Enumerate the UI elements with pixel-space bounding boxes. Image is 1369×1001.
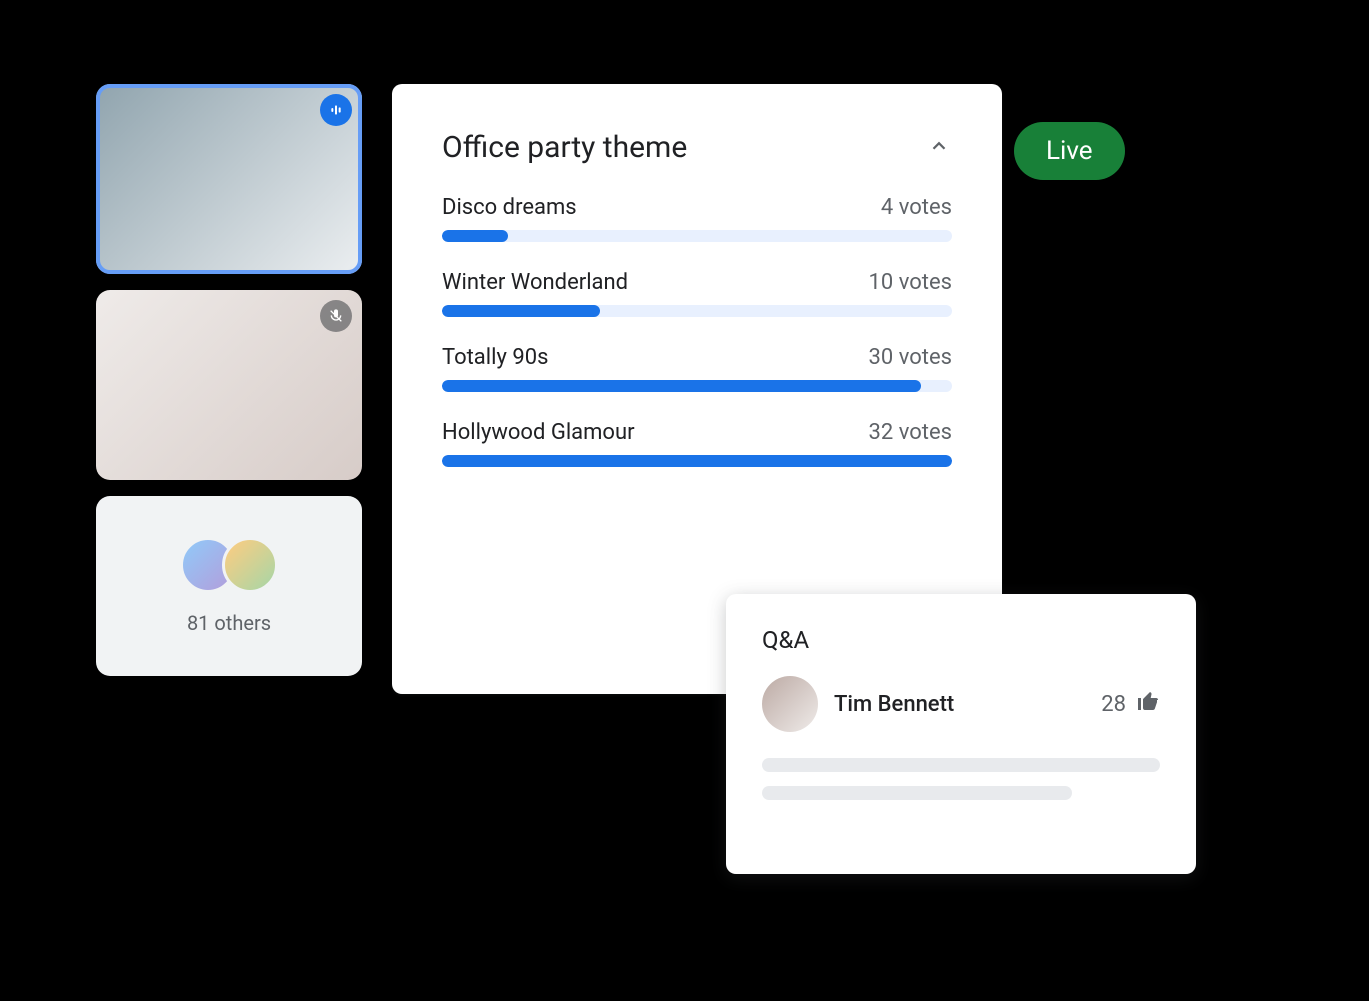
others-count-label: 81 others bbox=[187, 611, 271, 635]
qa-text-skeleton bbox=[762, 786, 1072, 800]
participant-tile-2[interactable] bbox=[96, 290, 362, 480]
qa-card: Q&A Tim Bennett 28 bbox=[726, 594, 1196, 874]
poll-option-votes: 10 votes bbox=[869, 270, 952, 295]
qa-author-name: Tim Bennett bbox=[834, 692, 1085, 717]
poll-option-label: Disco dreams bbox=[442, 195, 577, 220]
poll-option-label: Hollywood Glamour bbox=[442, 420, 635, 445]
poll-progress-fill bbox=[442, 230, 508, 242]
participants-column: 81 others bbox=[96, 84, 362, 676]
poll-progress-track bbox=[442, 455, 952, 467]
poll-progress-track bbox=[442, 380, 952, 392]
poll-option-label: Winter Wonderland bbox=[442, 270, 628, 295]
qa-upvote[interactable]: 28 bbox=[1101, 689, 1160, 719]
others-avatars bbox=[180, 537, 278, 593]
muted-mic-icon bbox=[320, 300, 352, 332]
poll-option-votes: 30 votes bbox=[869, 345, 952, 370]
participant-tile-1[interactable] bbox=[96, 84, 362, 274]
qa-entry[interactable]: Tim Bennett 28 bbox=[762, 676, 1160, 732]
poll-option[interactable]: Hollywood Glamour 32 votes bbox=[442, 420, 952, 467]
poll-option-votes: 4 votes bbox=[881, 195, 952, 220]
chevron-up-icon bbox=[928, 135, 950, 161]
poll-option[interactable]: Totally 90s 30 votes bbox=[442, 345, 952, 392]
others-tile[interactable]: 81 others bbox=[96, 496, 362, 676]
qa-text-skeleton bbox=[762, 758, 1160, 772]
qa-upvote-count: 28 bbox=[1101, 692, 1126, 717]
poll-progress-fill bbox=[442, 305, 600, 317]
poll-option[interactable]: Winter Wonderland 10 votes bbox=[442, 270, 952, 317]
poll-title: Office party theme bbox=[442, 130, 687, 165]
avatar bbox=[222, 537, 278, 593]
poll-progress-track bbox=[442, 230, 952, 242]
poll-option-votes: 32 votes bbox=[869, 420, 952, 445]
poll-progress-track bbox=[442, 305, 952, 317]
poll-option-label: Totally 90s bbox=[442, 345, 548, 370]
collapse-poll-button[interactable] bbox=[926, 135, 952, 161]
thumbs-up-icon bbox=[1136, 689, 1160, 719]
live-badge: Live bbox=[1014, 122, 1125, 180]
avatar bbox=[762, 676, 818, 732]
poll-option[interactable]: Disco dreams 4 votes bbox=[442, 195, 952, 242]
speaking-indicator-icon bbox=[320, 94, 352, 126]
poll-progress-fill bbox=[442, 455, 952, 467]
poll-progress-fill bbox=[442, 380, 921, 392]
qa-title: Q&A bbox=[762, 626, 1160, 654]
